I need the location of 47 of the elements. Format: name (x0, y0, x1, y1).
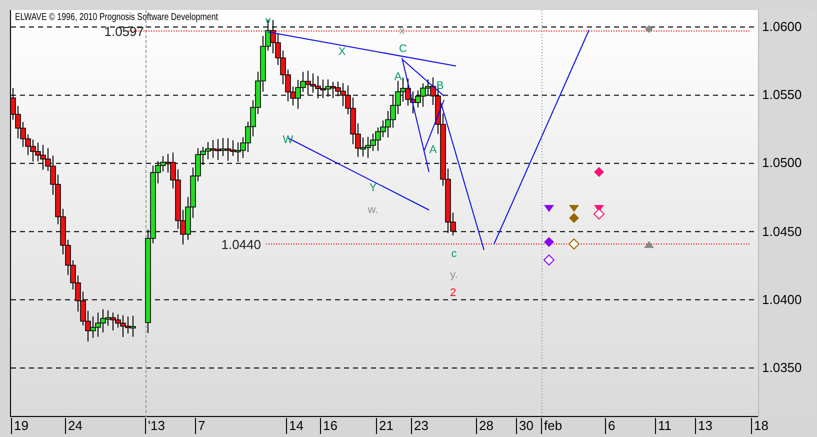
diamond-outline-icon (593, 208, 605, 220)
diamond-outline-icon (543, 254, 555, 266)
date-label: 11 (655, 418, 672, 434)
wave-label: c (451, 248, 457, 260)
price-label: 1.0550 (762, 87, 802, 104)
date-label: 21 (376, 418, 394, 434)
date-label: 13 (695, 418, 712, 434)
diamond-icon (645, 25, 653, 33)
diamond-icon (544, 237, 554, 247)
date-label: 18 (751, 418, 768, 434)
wave-label: w. (368, 204, 378, 216)
wave-label: v (265, 15, 271, 27)
price-label: 1.0450 (762, 224, 802, 240)
triangle-down-icon (544, 205, 554, 212)
triangle-up-icon (644, 241, 654, 248)
wave-label: X (338, 46, 346, 58)
wave-label: A (394, 71, 402, 83)
date-label: 23 (411, 418, 428, 434)
diamond-icon (569, 213, 579, 223)
date-label: 7 (195, 418, 206, 434)
date-label: 28 (476, 418, 494, 434)
triangle-down-icon (569, 205, 579, 212)
wave-label: W (282, 134, 294, 146)
wave-label: C (399, 43, 407, 55)
diamond-outline-icon (568, 238, 580, 250)
date-label: 19 (11, 418, 28, 434)
wave-label: B (436, 80, 444, 92)
date-label: feb (541, 418, 562, 434)
date-label: 6 (605, 418, 616, 434)
wave-label: Y (369, 182, 377, 194)
date-label: 30 (516, 418, 534, 434)
chart-title: ELWAVE © 1996, 2010 Prognosis Software Development (15, 11, 218, 22)
price-label: 1.0350 (762, 360, 802, 376)
date-label: '13 (145, 418, 165, 434)
price-label: 1.0600 (762, 19, 802, 35)
date-label: 14 (286, 418, 304, 434)
wave-label: x (399, 25, 405, 37)
wave-label: 2 (450, 287, 456, 299)
date-label: 16 (320, 418, 338, 434)
price-level-label: 1.0440 (221, 237, 261, 252)
price-level-label: 1.0597 (104, 24, 144, 39)
diamond-icon (594, 167, 604, 177)
wave-label: y. (450, 269, 458, 281)
wave-label: A (429, 144, 437, 156)
price-label: 1.0500 (762, 155, 802, 172)
price-label: 1.0400 (762, 292, 802, 308)
date-label: 24 (65, 418, 82, 434)
